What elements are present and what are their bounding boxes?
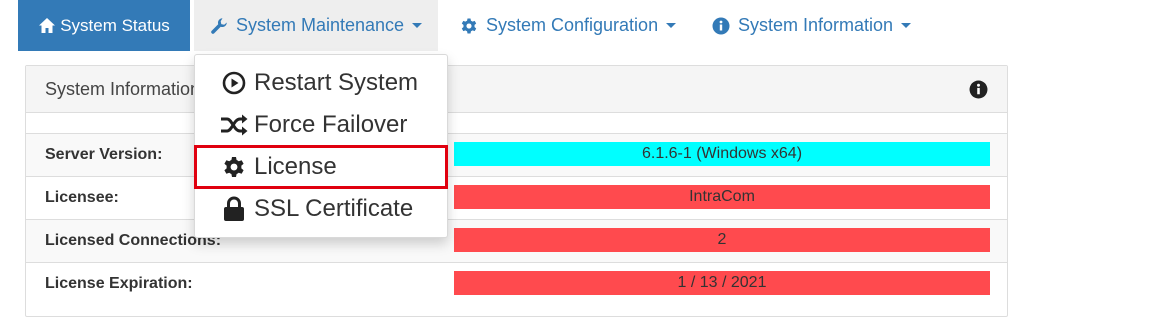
row-label: Licensee: <box>45 189 119 206</box>
table-row: Server Version: 6.1.6-1 (Windows x64) <box>26 133 1007 176</box>
menu-item-ssl-certificate[interactable]: SSL Certificate <box>196 189 446 229</box>
tab-label: System Configuration <box>486 15 659 35</box>
row-label: License Expiration: <box>45 275 193 292</box>
row-value: IntraCom <box>454 185 990 209</box>
menu-item-label: License <box>254 153 337 180</box>
menu-item-label: Restart System <box>254 69 419 96</box>
menu-item-force-failover[interactable]: Force Failover <box>196 105 446 145</box>
caret-down-icon <box>412 23 423 28</box>
row-value: 6.1.6-1 (Windows x64) <box>454 142 990 166</box>
menu-item-restart-system[interactable]: Restart System <box>196 63 446 103</box>
menu-item-label: SSL Certificate <box>254 195 414 222</box>
panel-title: System Information <box>45 79 201 99</box>
menu-item-license[interactable]: License <box>194 145 448 189</box>
table-row: License Expiration: 1 / 13 / 2021 <box>26 262 1007 305</box>
tab-system-maintenance[interactable]: System Maintenance <box>194 0 438 51</box>
tab-system-status[interactable]: System Status <box>18 0 190 51</box>
tab-system-information[interactable]: System Information <box>712 0 912 51</box>
menu-item-label: Force Failover <box>254 111 408 138</box>
info-circle-icon <box>712 17 730 35</box>
gear-icon <box>220 155 248 179</box>
caret-down-icon <box>901 23 912 28</box>
panel-heading: System Information <box>26 66 1007 113</box>
wrench-icon <box>210 17 228 35</box>
row-value: 2 <box>454 228 990 252</box>
tab-label: System Information <box>738 15 894 35</box>
row-value: 1 / 13 / 2021 <box>454 271 990 295</box>
tab-system-configuration[interactable]: System Configuration <box>460 0 677 51</box>
tab-label: System Maintenance <box>235 15 405 35</box>
table-row: Licensee: IntraCom <box>26 176 1007 219</box>
table-row: Licensed Connections: 2 <box>26 219 1007 262</box>
info-icon[interactable] <box>969 80 988 104</box>
home-icon <box>38 17 56 34</box>
system-information-panel: System Information Server Version: 6.1.6… <box>25 65 1008 317</box>
system-maintenance-menu: Restart System Force Failover License SS… <box>194 54 448 238</box>
shuffle-icon <box>220 114 248 136</box>
tab-label: System Status <box>60 15 170 35</box>
lock-icon <box>220 196 248 222</box>
caret-down-icon <box>666 23 677 28</box>
row-label: Server Version: <box>45 146 163 163</box>
play-circle-icon <box>220 71 248 95</box>
gear-icon <box>460 17 478 35</box>
